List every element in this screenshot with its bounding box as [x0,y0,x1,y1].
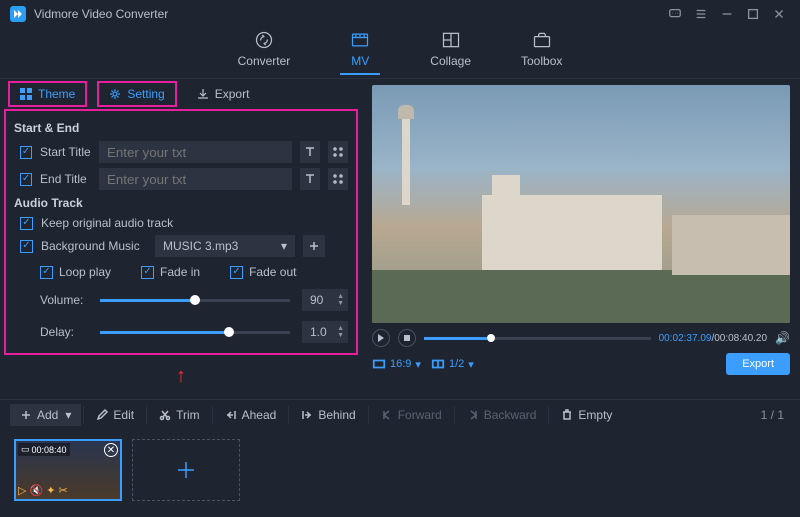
thumbnail-strip: ▭ 00:08:40 ✕ ▷ 🔇 ✦ ✂ [0,429,800,511]
checkbox-end-title[interactable] [20,173,32,186]
maximize-icon[interactable] [742,3,764,25]
nav-mv[interactable]: MV [340,28,380,78]
aspect-ratio-select[interactable]: 16:9▾ [372,357,421,371]
close-icon[interactable] [768,3,790,25]
panel-tabs: Theme Setting Export [0,79,362,109]
edit-button[interactable]: Edit [86,404,144,426]
label-end-title: End Title [40,172,91,186]
nav-toolbox[interactable]: Toolbox [521,28,562,78]
minimize-icon[interactable] [716,3,738,25]
section-start-end: Start & End [14,121,348,135]
clip-thumbnail[interactable]: ▭ 00:08:40 ✕ ▷ 🔇 ✦ ✂ [14,439,122,501]
preview-options: 16:9▾ 1/2▾ Export [372,353,790,375]
add-clip-button[interactable] [132,439,240,501]
trim-button[interactable]: Trim [149,404,210,426]
time-display: 00:02:37.09/00:08:40.20 [659,333,767,344]
play-button[interactable] [372,329,390,347]
label-bg-music: Background Music [41,239,147,253]
left-panel: Theme Setting Export Start & End Start T… [0,79,362,399]
playback-controls: 00:02:37.09/00:08:40.20 🔊 [372,329,790,347]
page-indicator: 1 / 1 [761,408,790,422]
main-content: Theme Setting Export Start & End Start T… [0,79,800,399]
text-style-icon[interactable] [300,168,320,190]
ahead-button[interactable]: Ahead [215,404,287,426]
checkbox-bg-music[interactable] [20,240,33,253]
slider-volume[interactable] [100,299,290,302]
video-preview[interactable] [372,85,790,323]
spin-delay[interactable]: 1.0▲▼ [302,321,348,343]
select-music-file[interactable]: MUSIC 3.mp3 ▾ [155,235,295,257]
thumb-action-icons[interactable]: ▷ 🔇 ✦ ✂ [18,484,68,497]
label-start-title: Start Title [40,145,91,159]
titlebar: Vidmore Video Converter [0,0,800,28]
text-style-icon[interactable] [300,141,320,163]
behind-button[interactable]: Behind [291,404,365,426]
export-button[interactable]: Export [726,353,790,375]
top-nav: Converter MV Collage Toolbox [0,28,800,78]
tab-theme[interactable]: Theme [8,81,87,107]
label-delay: Delay: [40,325,88,339]
label-keep-original: Keep original audio track [41,216,173,230]
input-end-title[interactable] [99,168,292,190]
grid-icon[interactable] [328,141,348,163]
feedback-icon[interactable] [664,3,686,25]
slider-delay[interactable] [100,331,290,334]
thumb-remove-icon[interactable]: ✕ [104,443,118,457]
empty-button[interactable]: Empty [551,404,622,426]
input-start-title[interactable] [99,141,292,163]
tab-export[interactable]: Export [187,83,260,105]
forward-button[interactable]: Forward [371,404,452,426]
annotation-arrow-icon: ↑ [0,365,362,388]
section-audio-track: Audio Track [14,196,348,210]
add-music-button[interactable] [303,235,325,257]
backward-button[interactable]: Backward [457,404,547,426]
checkbox-keep-original[interactable] [20,217,33,230]
add-button[interactable]: Add▾ [10,404,81,426]
label-volume: Volume: [40,293,88,307]
progress-bar[interactable] [424,337,651,340]
checkbox-fade-in[interactable] [141,266,154,279]
grid-icon[interactable] [328,168,348,190]
tab-setting[interactable]: Setting [97,81,176,107]
app-title: Vidmore Video Converter [34,7,168,21]
menu-icon[interactable] [690,3,712,25]
volume-icon[interactable]: 🔊 [775,331,790,345]
nav-collage[interactable]: Collage [430,28,471,78]
thumb-duration: ▭ 00:08:40 [18,443,70,456]
chevron-down-icon: ▾ [281,239,287,253]
settings-panel: Start & End Start Title End Title Audio … [4,109,358,355]
checkbox-loop[interactable] [40,266,53,279]
spin-volume[interactable]: 90▲▼ [302,289,348,311]
bottom-toolbar: Add▾ Edit Trim Ahead Behind Forward Back… [0,399,800,429]
checkbox-start-title[interactable] [20,146,32,159]
stop-button[interactable] [398,329,416,347]
app-logo-icon [10,6,26,22]
checkbox-fade-out[interactable] [230,266,243,279]
split-select[interactable]: 1/2▾ [431,357,474,371]
preview-panel: 00:02:37.09/00:08:40.20 🔊 16:9▾ 1/2▾ Exp… [362,79,800,399]
nav-converter[interactable]: Converter [238,28,291,78]
